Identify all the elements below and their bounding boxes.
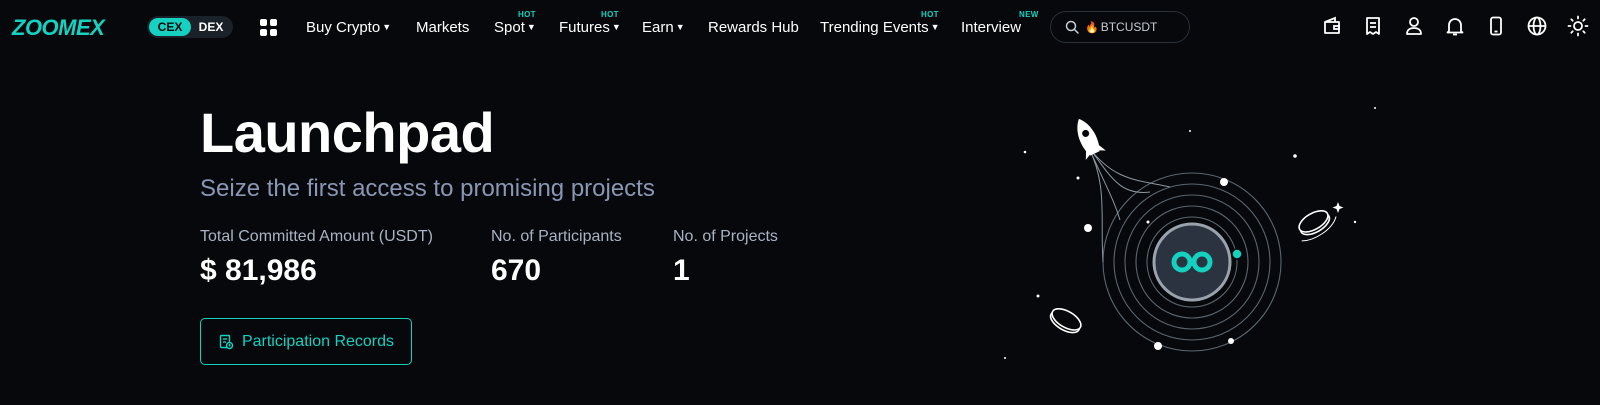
stat-label: No. of Participants — [491, 228, 622, 245]
search-value: BTCUSDT — [1100, 20, 1158, 34]
caret-down-icon: ▼ — [382, 22, 392, 32]
mobile-icon[interactable] — [1484, 14, 1508, 38]
page-title: Launchpad — [200, 101, 495, 164]
caret-down-icon: ▼ — [930, 22, 940, 32]
search-box[interactable]: 🔥 BTCUSDT — [1050, 11, 1190, 43]
stat-label: No. of Projects — [673, 228, 778, 245]
user-icon[interactable] — [1402, 14, 1426, 38]
theme-sun-icon[interactable] — [1566, 14, 1590, 38]
nav-item-earn[interactable]: Earn ▼ — [642, 0, 685, 54]
caret-down-icon: ▼ — [611, 22, 621, 32]
new-badge: NEW — [1019, 10, 1039, 19]
top-nav: ZOOMEX CEX DEX Buy Crypto ▼ Markets HOT S… — [0, 0, 1600, 54]
records-icon — [219, 334, 234, 349]
caret-down-icon: ▼ — [526, 22, 536, 32]
nav-icon-group — [1320, 14, 1590, 38]
records-button-label: Participation Records — [241, 332, 395, 350]
bell-icon[interactable] — [1443, 14, 1467, 38]
cex-toggle-option[interactable]: CEX — [149, 18, 191, 36]
nav-item-spot[interactable]: HOT Spot ▼ — [494, 0, 536, 54]
hot-badge: HOT — [518, 10, 536, 19]
stat-value: $ 81,986 — [200, 254, 317, 287]
nav-item-futures[interactable]: HOT Futures ▼ — [559, 0, 621, 54]
search-icon — [1065, 20, 1079, 34]
nav-item-rewards-hub[interactable]: Rewards Hub — [708, 0, 799, 54]
rocket-icon — [1077, 118, 1106, 160]
stat-total-committed: Total Committed Amount (USDT) $ 81,986 — [200, 228, 433, 288]
hot-badge: HOT — [921, 10, 939, 19]
coin-icon — [1049, 308, 1082, 334]
coin-icon — [1298, 210, 1337, 242]
caret-down-icon: ▼ — [675, 22, 685, 32]
dex-toggle-option[interactable]: DEX — [191, 18, 231, 36]
participation-records-button[interactable]: Participation Records — [200, 318, 412, 365]
stat-participants: No. of Participants 670 — [491, 228, 622, 288]
nav-item-trending-events[interactable]: HOT Trending Events ▼ — [820, 0, 940, 54]
stat-projects: No. of Projects 1 — [673, 228, 778, 288]
wallet-icon[interactable] — [1320, 14, 1344, 38]
stat-value: 1 — [673, 254, 690, 287]
nav-item-interview[interactable]: NEW Interview — [961, 0, 1038, 54]
stat-value: 670 — [491, 254, 542, 287]
sparkle-icon — [1332, 202, 1344, 213]
nav-item-markets[interactable]: Markets — [416, 0, 469, 54]
hot-badge: HOT — [601, 10, 619, 19]
accent-dot — [1231, 248, 1243, 260]
zoomex-logo[interactable]: ZOOMEX — [12, 15, 105, 41]
apps-grid-icon[interactable] — [260, 19, 277, 36]
nav-item-buy-crypto[interactable]: Buy Crypto ▼ — [306, 0, 391, 54]
cex-dex-toggle[interactable]: CEX DEX — [147, 16, 233, 38]
stat-label: Total Committed Amount (USDT) — [200, 228, 433, 245]
globe-icon[interactable] — [1525, 14, 1549, 38]
launchpad-rocket-illustration — [1004, 107, 1376, 359]
orders-icon[interactable] — [1361, 14, 1385, 38]
page-subtitle: Seize the first access to promising proj… — [200, 175, 655, 202]
fire-icon: 🔥 — [1085, 21, 1099, 34]
